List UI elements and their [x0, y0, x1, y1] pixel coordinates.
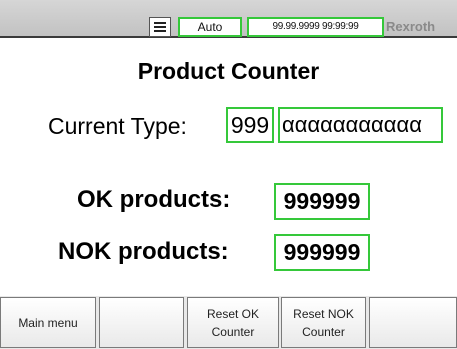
mode-indicator: Auto [178, 17, 242, 37]
datetime-display: 99.99.9999 99:99:99 [247, 17, 384, 37]
nok-products-value: 999999 [274, 234, 370, 271]
status-bar: Auto 99.99.9999 99:99:99 Rexroth [0, 0, 457, 38]
menu-icon[interactable] [149, 17, 171, 37]
main-menu-button[interactable]: Main menu [0, 297, 96, 348]
ok-products-label: OK products: [77, 186, 231, 213]
current-type-number: 999 [226, 107, 274, 143]
page-title: Product Counter [137, 58, 320, 84]
function-key-2-button[interactable] [99, 297, 184, 348]
nok-products-label: NOK products: [58, 238, 229, 265]
current-type-name: ααααααααααα [278, 107, 443, 143]
reset-ok-counter-button[interactable]: Reset OK Counter [187, 297, 279, 348]
brand-logo: Rexroth [386, 19, 436, 34]
ok-products-value: 999999 [274, 183, 370, 220]
function-key-5-button[interactable] [369, 297, 457, 348]
current-type-label: Current Type: [48, 113, 187, 139]
reset-nok-counter-button[interactable]: Reset NOK Counter [281, 297, 366, 348]
